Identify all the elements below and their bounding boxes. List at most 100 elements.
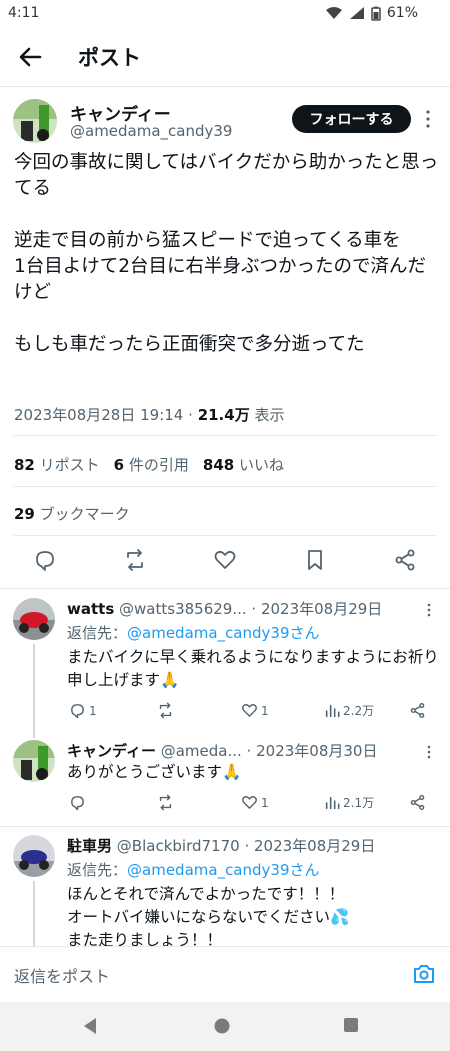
reply-views-button[interactable]: 2.1万 [324, 794, 374, 811]
reply-author-handle[interactable]: @watts385629... [119, 600, 247, 618]
reply-input-placeholder[interactable]: 返信をポスト [14, 963, 110, 987]
reposts-count: 82 [14, 456, 35, 474]
follow-button[interactable]: フォローする [292, 105, 411, 133]
reply-compose-bar[interactable]: 返信をポスト [0, 946, 450, 1002]
author-handle[interactable]: @amedama_candy39 [70, 122, 232, 140]
reply-header: キャンディー @ameda... · 2023年08月30日 [67, 740, 377, 761]
status-time: 4:11 [8, 5, 40, 21]
bookmarks-count: 29 [14, 505, 35, 523]
reply-reply-button[interactable] [69, 794, 86, 811]
reply-date: · 2023年08月29日 [251, 600, 383, 618]
reply-avatar[interactable] [13, 835, 55, 877]
quotes-count: 6 [113, 456, 125, 474]
reply-author-handle[interactable]: @ameda... [161, 742, 242, 760]
signal-icon [349, 7, 364, 19]
share-icon[interactable] [409, 794, 426, 811]
reply-text: ほんとそれで済んでよかったです！！！ オートバイ嫌いにならないでください💦 また… [67, 885, 350, 949]
reply-icon [71, 796, 84, 811]
reply-repost-button[interactable] [157, 702, 174, 719]
bookmarks-label: ブックマーク [39, 505, 130, 523]
repost-icon [159, 794, 172, 811]
more-options-icon[interactable] [424, 744, 434, 760]
wifi-icon [325, 7, 342, 19]
reply-like-count: 1 [261, 795, 269, 810]
reply-action-bar: 1 2.1万 [0, 794, 450, 814]
avatar[interactable] [13, 99, 57, 143]
reply-item[interactable]: キャンディー @ameda... · 2023年08月30日 ありがとうございま… [0, 740, 450, 824]
meta-separator: · [188, 406, 193, 424]
reply-reply-count: 1 [89, 703, 97, 718]
reply-avatar[interactable] [13, 598, 55, 640]
reply-author-name[interactable]: watts [67, 600, 114, 618]
divider [0, 588, 450, 589]
share-icon[interactable] [409, 702, 426, 719]
likes-label: いいね [239, 456, 285, 474]
reply-like-button[interactable]: 1 [241, 702, 269, 719]
post-meta: 2023年08月28日 19:14 · 21.4万 表示 [14, 404, 285, 425]
reply-date: · 2023年08月30日 [246, 742, 378, 760]
quotes-label: 件の引用 [128, 456, 189, 474]
more-options-icon[interactable] [424, 602, 434, 618]
share-icon[interactable] [393, 548, 417, 572]
views-icon [325, 704, 340, 717]
reply-views-button[interactable]: 2.2万 [324, 702, 374, 719]
back-arrow-icon[interactable] [16, 42, 46, 72]
reply-author-handle[interactable]: @Blackbird7170 [117, 837, 240, 855]
nav-back-icon[interactable] [82, 1017, 98, 1035]
reply-avatar[interactable] [13, 740, 55, 782]
reply-date: · 2023年08月29日 [244, 837, 376, 855]
divider [0, 86, 450, 87]
like-icon [242, 796, 257, 809]
repost-icon [159, 702, 172, 719]
reply-to-link[interactable]: @amedama_candy39さん [127, 861, 319, 879]
page-title: ポスト [78, 46, 141, 70]
nav-home-icon[interactable] [213, 1017, 231, 1035]
likes-stat[interactable]: 848 いいね [203, 454, 284, 475]
reply-author-name[interactable]: キャンディー [67, 742, 156, 760]
views-icon [325, 796, 340, 809]
reposts-stat[interactable]: 82 リポスト [14, 454, 100, 475]
reply-item[interactable]: watts @watts385629... · 2023年08月29日 返信先：… [0, 598, 450, 738]
bookmark-icon[interactable] [303, 548, 327, 572]
divider [14, 486, 436, 487]
divider [14, 535, 436, 536]
app-bar: ポスト [0, 28, 450, 86]
system-nav-bar [0, 1002, 450, 1051]
post-views-count: 21.4万 [197, 406, 250, 424]
nav-recents-icon[interactable] [343, 1017, 359, 1033]
camera-icon[interactable] [412, 963, 436, 985]
reply-header: watts @watts385629... · 2023年08月29日 [67, 598, 382, 619]
thread-line [33, 881, 35, 946]
post-views-label: 表示 [254, 406, 285, 424]
post-text: 今回の事故に関してはバイクだから助かったと思ってる 逆走で目の前から猛スピードで… [14, 152, 439, 355]
reply-like-button[interactable]: 1 [241, 794, 269, 811]
reply-author-name[interactable]: 駐車男 [67, 837, 112, 855]
reply-repost-button[interactable] [157, 794, 174, 811]
reply-item[interactable]: 駐車男 @Blackbird7170 · 2023年08月29日 返信先：@am… [0, 835, 450, 949]
divider [0, 826, 450, 827]
reply-to-link[interactable]: @amedama_candy39さん [127, 624, 319, 642]
like-icon[interactable] [213, 548, 237, 572]
thread-line [33, 644, 35, 738]
reply-like-count: 1 [261, 703, 269, 718]
reply-icon [71, 704, 84, 719]
battery-level: 61% [386, 5, 418, 21]
likes-count: 848 [202, 456, 235, 474]
bookmarks-stat[interactable]: 29 ブックマーク [14, 503, 130, 524]
status-bar: 4:11 61% [0, 0, 450, 28]
reply-icon[interactable] [33, 548, 57, 572]
reply-reply-button[interactable]: 1 [69, 702, 97, 719]
reply-to: 返信先：@amedama_candy39さん [67, 859, 320, 880]
reply-text: ありがとうございます🙏 [67, 763, 242, 781]
reply-views-count: 2.1万 [343, 796, 375, 810]
like-icon [242, 704, 257, 717]
reply-to: 返信先：@amedama_candy39さん [67, 622, 320, 643]
quotes-stat[interactable]: 6 件の引用 [114, 454, 189, 475]
reply-action-bar: 1 1 2.2万 [0, 702, 450, 722]
reply-to-label: 返信先： [67, 624, 128, 642]
post-datetime[interactable]: 2023年08月28日 19:14 [14, 406, 183, 424]
reposts-label: リポスト [39, 456, 100, 474]
repost-icon[interactable] [123, 548, 147, 572]
battery-icon [371, 6, 381, 21]
more-options-icon[interactable] [421, 108, 435, 130]
